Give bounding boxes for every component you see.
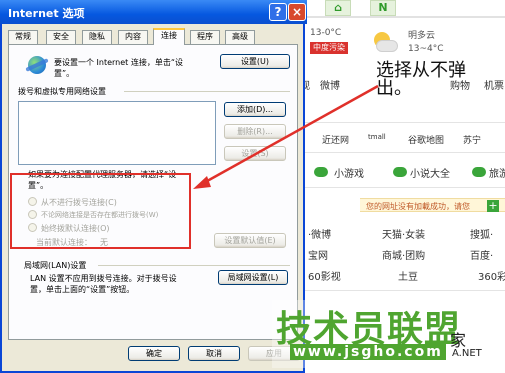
setup-button[interactable]: 设置(U) [220, 54, 290, 69]
tab-divider [300, 16, 505, 18]
weather-city: 明多云 [408, 31, 436, 41]
gamepad-icon [314, 167, 328, 177]
divider [300, 187, 505, 188]
lan-section-label: 局域网(LAN)设置 [24, 261, 87, 270]
set-default-button[interactable]: 设置默认值(E) [214, 233, 286, 248]
setup-description: 要设置一个 Internet 连接，单击“设 [54, 58, 183, 67]
highlight-box [10, 173, 191, 249]
annotation-caption: 选择从不弹出。 [376, 60, 466, 99]
nav-item[interactable]: 微博 [320, 77, 340, 92]
tab-general[interactable]: 常规 [8, 30, 38, 44]
link-item[interactable]: 苏宁 [463, 133, 481, 146]
novels-link[interactable]: 小说大全 [410, 165, 450, 180]
dialog-titlebar[interactable]: Internet 选项 ? × [0, 0, 307, 24]
dialup-section-label: 拨号和虚拟专用网络设置 [18, 87, 106, 96]
cancel-button[interactable]: 取消 [188, 346, 240, 361]
setup-description-2: 置”。 [54, 69, 75, 78]
add-button[interactable]: + [487, 200, 499, 212]
watermark-tag-2: A.NET [452, 348, 482, 359]
link-item[interactable]: 近还网 [322, 133, 349, 146]
lan-description: LAN 设置不应用到拨号连接。对于拨号设 [30, 274, 177, 283]
divider [300, 290, 505, 291]
remove-connection-button[interactable]: 删除(R)... [224, 124, 286, 139]
link-item[interactable]: 谷歌地图 [408, 133, 444, 146]
divider [300, 122, 505, 123]
tab-content[interactable]: 内容 [118, 30, 148, 44]
help-button[interactable]: ? [269, 3, 287, 21]
site-link[interactable]: 搜狐· [470, 226, 493, 241]
games-link[interactable]: 小游戏 [334, 165, 364, 180]
site-link[interactable]: 360彩 [478, 268, 505, 283]
book-icon [393, 167, 407, 177]
watermark-url: www.jsgho.com [290, 344, 446, 360]
travel-icon [472, 167, 486, 177]
lan-settings-button[interactable]: 局域网设置(L) [218, 270, 288, 285]
weather-temp: 13-0°C [310, 28, 342, 38]
notice-text: 您的网址没有加載成功，请您 [366, 202, 470, 211]
divider [300, 152, 505, 153]
lan-description-2: 置，单击上面的“设置”按钮。 [30, 285, 135, 294]
site-link[interactable]: 土豆 [398, 268, 418, 283]
load-notice: 您的网址没有加載成功，请您 + [360, 198, 505, 212]
nav-item[interactable]: 机票 [484, 77, 504, 92]
site-link[interactable]: 天猫·女装 [382, 226, 425, 241]
browser-tab-home[interactable]: ⌂ [325, 0, 351, 16]
weather-cloud-icon [370, 30, 400, 56]
add-connection-button[interactable]: 添加(D)... [224, 102, 286, 117]
travel-link[interactable]: 旅游 [489, 165, 505, 180]
tab-connections[interactable]: 连接 [153, 28, 185, 45]
section-divider [124, 91, 290, 92]
site-link[interactable]: ·微博 [308, 226, 331, 241]
tab-security[interactable]: 安全 [46, 30, 76, 44]
tab-programs[interactable]: 程序 [190, 30, 220, 44]
site-link[interactable]: 60影视 [308, 268, 341, 283]
tab-advanced[interactable]: 高级 [225, 30, 255, 44]
weather-temp-2: 13~4°C [408, 44, 444, 54]
site-link[interactable]: 百度· [470, 247, 493, 262]
aqi-badge: 中度污染 [310, 42, 348, 54]
site-link[interactable]: 宝网 [308, 247, 328, 262]
connection-settings-button[interactable]: 设置(S) [224, 146, 286, 161]
link-item[interactable]: tmall [368, 133, 386, 141]
ok-button[interactable]: 确定 [128, 346, 180, 361]
section-divider [98, 265, 290, 266]
site-link[interactable]: 商城·团购 [382, 247, 425, 262]
close-button[interactable]: × [288, 3, 306, 21]
browser-tab-n[interactable]: N [370, 0, 396, 16]
internet-globe-icon [28, 56, 46, 74]
connections-list[interactable] [18, 101, 216, 165]
tab-privacy[interactable]: 隐私 [82, 30, 112, 44]
dialog-title: Internet 选项 [8, 7, 85, 20]
